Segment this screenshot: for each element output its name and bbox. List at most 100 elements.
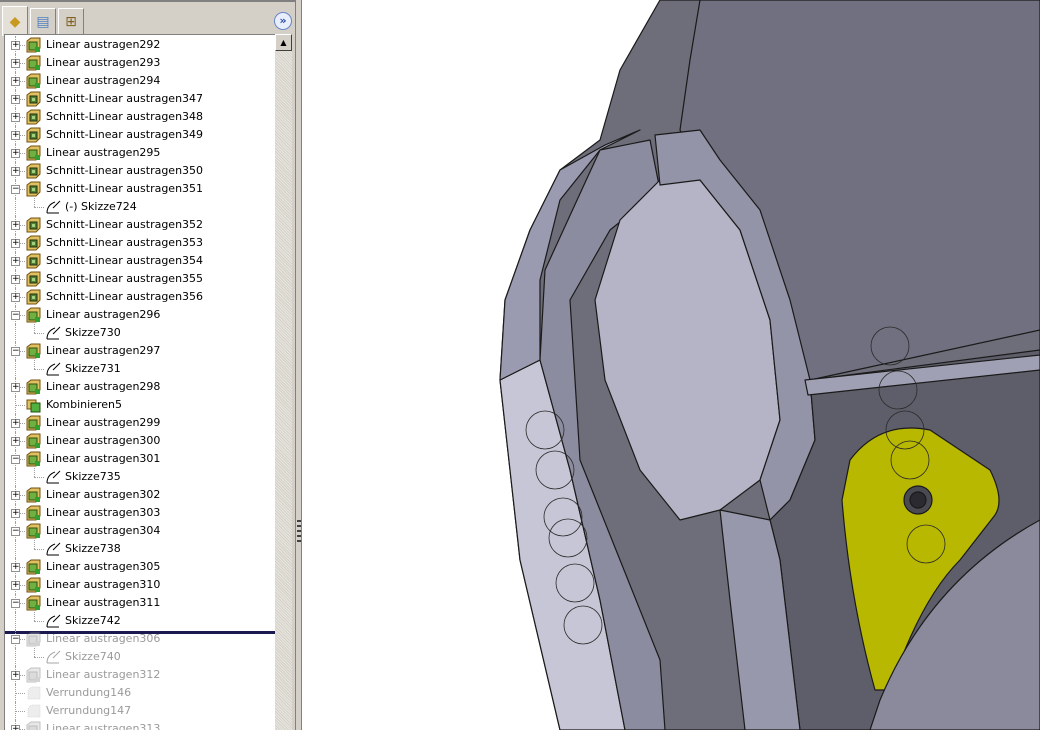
expand-toggle[interactable]: + bbox=[11, 491, 20, 500]
tree-item[interactable]: Verrundung147 bbox=[5, 702, 275, 720]
expand-toggle[interactable]: + bbox=[11, 41, 20, 50]
tree-item[interactable]: (-) Skizze724 bbox=[5, 198, 275, 216]
tree-item[interactable]: + Schnitt-Linear austragen349 bbox=[5, 126, 275, 144]
tree-item[interactable]: Kombinieren5 bbox=[5, 396, 275, 414]
tree-item[interactable]: − Linear austragen304 bbox=[5, 522, 275, 540]
tree-item[interactable]: + Linear austragen295 bbox=[5, 144, 275, 162]
tab-configuration-manager[interactable]: ⊞ bbox=[58, 8, 84, 34]
tab-property-manager[interactable]: ▤ bbox=[30, 8, 56, 34]
expand-toggle[interactable]: + bbox=[11, 293, 20, 302]
tree-item-label: Linear austragen311 bbox=[46, 596, 161, 609]
tree-item[interactable]: + Linear austragen294 bbox=[5, 72, 275, 90]
tree-item[interactable]: + Linear austragen300 bbox=[5, 432, 275, 450]
tree-item[interactable]: Skizze740 bbox=[5, 648, 275, 666]
cut-feature-icon bbox=[26, 163, 42, 179]
expand-toggle[interactable]: + bbox=[11, 149, 20, 158]
tree-item-label: Schnitt-Linear austragen348 bbox=[46, 110, 204, 123]
tree-item[interactable]: − Linear austragen301 bbox=[5, 450, 275, 468]
tree-line bbox=[34, 207, 44, 208]
tree-item[interactable]: + Linear austragen312 bbox=[5, 666, 275, 684]
sketch-feature-icon bbox=[45, 541, 61, 557]
tree-item-label: Linear austragen292 bbox=[46, 38, 161, 51]
expand-toggle[interactable]: + bbox=[11, 131, 20, 140]
expand-toggle[interactable]: + bbox=[11, 563, 20, 572]
expand-toggle[interactable]: + bbox=[11, 59, 20, 68]
tree-item[interactable]: Skizze731 bbox=[5, 360, 275, 378]
tree-item-label: Linear austragen297 bbox=[46, 344, 161, 357]
tree-item[interactable]: + Schnitt-Linear austragen347 bbox=[5, 90, 275, 108]
tab-feature-manager[interactable]: ◆ bbox=[2, 6, 28, 36]
tree-item[interactable]: Skizze730 bbox=[5, 324, 275, 342]
tree-item[interactable]: + Linear austragen303 bbox=[5, 504, 275, 522]
scroll-up-button[interactable]: ▲ bbox=[275, 34, 292, 51]
collapse-toggle[interactable]: − bbox=[11, 599, 20, 608]
tree-item[interactable]: + Linear austragen313 bbox=[5, 720, 275, 730]
tree-item-label: Linear austragen303 bbox=[46, 506, 161, 519]
expand-toggle[interactable]: + bbox=[11, 671, 20, 680]
tree-item[interactable]: Skizze738 bbox=[5, 540, 275, 558]
tree-item[interactable]: + Schnitt-Linear austragen350 bbox=[5, 162, 275, 180]
tree-line bbox=[15, 711, 25, 712]
collapse-toggle[interactable]: − bbox=[11, 527, 20, 536]
expand-toggle[interactable]: + bbox=[11, 419, 20, 428]
extrude-feature-icon bbox=[26, 487, 42, 503]
expand-toggle[interactable]: + bbox=[11, 383, 20, 392]
expand-toggle[interactable]: + bbox=[11, 437, 20, 446]
tree-item[interactable]: + Linear austragen299 bbox=[5, 414, 275, 432]
tree-item[interactable]: − Schnitt-Linear austragen351 bbox=[5, 180, 275, 198]
collapse-toggle[interactable]: − bbox=[11, 347, 20, 356]
tree-item[interactable]: + Linear austragen310 bbox=[5, 576, 275, 594]
extrude-feature-icon bbox=[26, 505, 42, 521]
extrude-feature-icon bbox=[26, 37, 42, 53]
tree-item[interactable]: + Schnitt-Linear austragen355 bbox=[5, 270, 275, 288]
3d-viewport[interactable] bbox=[302, 0, 1040, 730]
expand-toggle[interactable]: + bbox=[11, 509, 20, 518]
collapse-toggle[interactable]: − bbox=[11, 185, 20, 194]
tree-item[interactable]: + Schnitt-Linear austragen354 bbox=[5, 252, 275, 270]
expand-toggle[interactable]: + bbox=[11, 275, 20, 284]
cut-feature-icon bbox=[26, 271, 42, 287]
tree-item[interactable]: + Linear austragen302 bbox=[5, 486, 275, 504]
tree-item-label: Skizze740 bbox=[65, 650, 121, 663]
expand-toggle[interactable]: + bbox=[11, 167, 20, 176]
tree-item-label: Linear austragen293 bbox=[46, 56, 161, 69]
expand-toggle[interactable]: + bbox=[11, 257, 20, 266]
tree-item[interactable]: + Schnitt-Linear austragen352 bbox=[5, 216, 275, 234]
tree-item[interactable]: + Schnitt-Linear austragen348 bbox=[5, 108, 275, 126]
expand-toggle[interactable]: + bbox=[11, 77, 20, 86]
tree-item[interactable]: + Linear austragen293 bbox=[5, 54, 275, 72]
splitter-grip[interactable] bbox=[297, 520, 301, 542]
expand-panel-button[interactable]: » bbox=[274, 12, 292, 30]
collapse-toggle[interactable]: − bbox=[11, 635, 20, 644]
vertical-scrollbar[interactable]: ▲ bbox=[275, 34, 292, 730]
expand-toggle[interactable]: + bbox=[11, 221, 20, 230]
tree-item[interactable]: Verrundung146 bbox=[5, 684, 275, 702]
expand-toggle[interactable]: + bbox=[11, 113, 20, 122]
collapse-toggle[interactable]: − bbox=[11, 311, 20, 320]
tree-item[interactable]: + Schnitt-Linear austragen356 bbox=[5, 288, 275, 306]
tree-item[interactable]: − Linear austragen296 bbox=[5, 306, 275, 324]
tree-item[interactable]: − Linear austragen311 bbox=[5, 594, 275, 612]
tree-item[interactable]: Skizze742 bbox=[5, 612, 275, 630]
expand-toggle[interactable]: + bbox=[11, 725, 20, 730]
tree-item[interactable]: + Linear austragen298 bbox=[5, 378, 275, 396]
extrude-feature-icon bbox=[26, 595, 42, 611]
property-icon: ▤ bbox=[36, 13, 50, 30]
tree-item[interactable]: + Linear austragen292 bbox=[5, 36, 275, 54]
tree-line bbox=[34, 648, 35, 657]
expand-toggle[interactable]: + bbox=[11, 95, 20, 104]
tree-item[interactable]: − Linear austragen297 bbox=[5, 342, 275, 360]
expand-toggle[interactable]: + bbox=[11, 581, 20, 590]
tree-item-label: Linear austragen304 bbox=[46, 524, 161, 537]
tree-item[interactable]: Skizze735 bbox=[5, 468, 275, 486]
sketch-feature-icon bbox=[45, 361, 61, 377]
tree-item[interactable]: + Schnitt-Linear austragen353 bbox=[5, 234, 275, 252]
tree-item-label: Schnitt-Linear austragen355 bbox=[46, 272, 204, 285]
tree-item[interactable]: − Linear austragen306 bbox=[5, 630, 275, 648]
expand-toggle[interactable]: + bbox=[11, 239, 20, 248]
sketch-feature-icon bbox=[45, 325, 61, 341]
tree-item-label: Linear austragen299 bbox=[46, 416, 161, 429]
tree-item[interactable]: + Linear austragen305 bbox=[5, 558, 275, 576]
tree-item-label: Linear austragen296 bbox=[46, 308, 161, 321]
collapse-toggle[interactable]: − bbox=[11, 455, 20, 464]
